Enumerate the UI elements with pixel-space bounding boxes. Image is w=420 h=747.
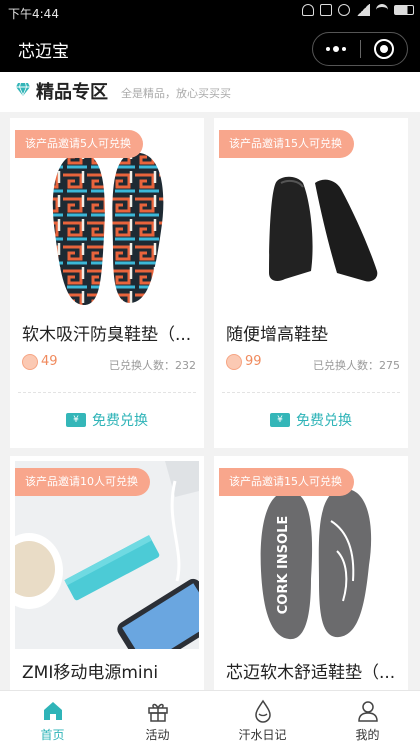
product-card[interactable]: 该产品邀请15人可兑换 随便增高鞋垫 99 已兑换人数：275 ¥ 免费兑换 [214,118,408,448]
target-icon [373,39,394,59]
battery-icon [394,5,414,15]
more-menu-button[interactable] [313,33,360,65]
tab-activity[interactable]: 活动 [105,691,210,747]
tab-label: 我的 [355,728,380,742]
coin-icon [226,354,242,370]
tab-label: 首页 [40,728,65,742]
free-redeem-button[interactable]: ¥ 免费兑换 [10,408,204,432]
product-name: 软木吸汗防臭鞋垫（... [22,325,192,345]
product-card[interactable]: 该产品邀请10人可兑换 ZMI移动电源mini [10,456,204,690]
section-title: 精品专区 [36,82,108,103]
invite-requirement-tag: 该产品邀请15人可兑换 [219,468,354,496]
mute-icon [320,4,332,16]
product-name: 随便增高鞋垫 [226,325,328,345]
tab-home[interactable]: 首页 [0,691,105,747]
redeem-count: 已兑换人数：275 [313,359,400,372]
product-grid: 该产品邀请5人可兑换 软木吸汗防臭鞋垫（... 49 已兑换人数：232 ¥ 免… [0,112,420,690]
invite-requirement-tag: 该产品邀请15人可兑换 [219,130,354,158]
mini-program-capsule [312,32,408,66]
product-card[interactable]: 该产品邀请5人可兑换 软木吸汗防臭鞋垫（... 49 已兑换人数：232 ¥ 免… [10,118,204,448]
ticket-icon: ¥ [66,413,86,427]
product-price: 99 [245,354,262,369]
coin-icon [22,354,38,370]
dot-icon [326,47,331,51]
alarm-icon [338,4,350,16]
dot-icon [333,46,340,52]
home-icon [43,702,62,720]
product-name: 芯迈软木舒适鞋垫（... [226,663,396,683]
ticket-icon: ¥ [270,413,290,427]
section-subtitle: 全是精品，放心买买买 [121,87,231,100]
dot-icon [342,47,347,51]
tab-bar: 首页 活动 汗水日记 我的 [0,690,420,747]
status-icons [302,4,414,16]
free-redeem-button[interactable]: ¥ 免费兑换 [214,408,408,432]
divider [222,392,400,393]
section-header: 精品专区 全是精品，放心买买买 [0,72,420,112]
notification-icon [302,4,314,16]
free-redeem-label: 免费兑换 [92,413,148,429]
status-bar: 下午4:44 [0,0,420,26]
tab-label: 汗水日记 [238,728,287,742]
user-icon [357,701,378,722]
tab-sweat-diary[interactable]: 汗水日记 [210,691,315,747]
signal-icon [356,4,370,16]
divider [18,392,196,393]
close-mini-program-button[interactable] [360,33,407,65]
invite-requirement-tag: 该产品邀请5人可兑换 [15,130,143,158]
nav-bar: 芯迈宝 [0,26,420,72]
redeem-count: 已兑换人数：232 [109,359,196,372]
product-card[interactable]: CORK INSOLE 该产品邀请15人可兑换 芯迈软木舒适鞋垫（... [214,456,408,690]
free-redeem-label: 免费兑换 [296,413,352,429]
tab-mine[interactable]: 我的 [315,691,420,747]
gift-icon [147,703,168,722]
status-time: 下午4:44 [8,7,59,21]
invite-requirement-tag: 该产品邀请10人可兑换 [15,468,150,496]
diamond-icon [16,82,30,96]
product-price: 49 [41,354,58,369]
page-title: 芯迈宝 [18,42,69,62]
insole-print: CORK INSOLE [276,516,291,615]
wifi-icon [376,4,388,16]
tab-label: 活动 [145,728,170,742]
product-name: ZMI移动电源mini [22,663,159,683]
drop-icon [254,699,271,723]
